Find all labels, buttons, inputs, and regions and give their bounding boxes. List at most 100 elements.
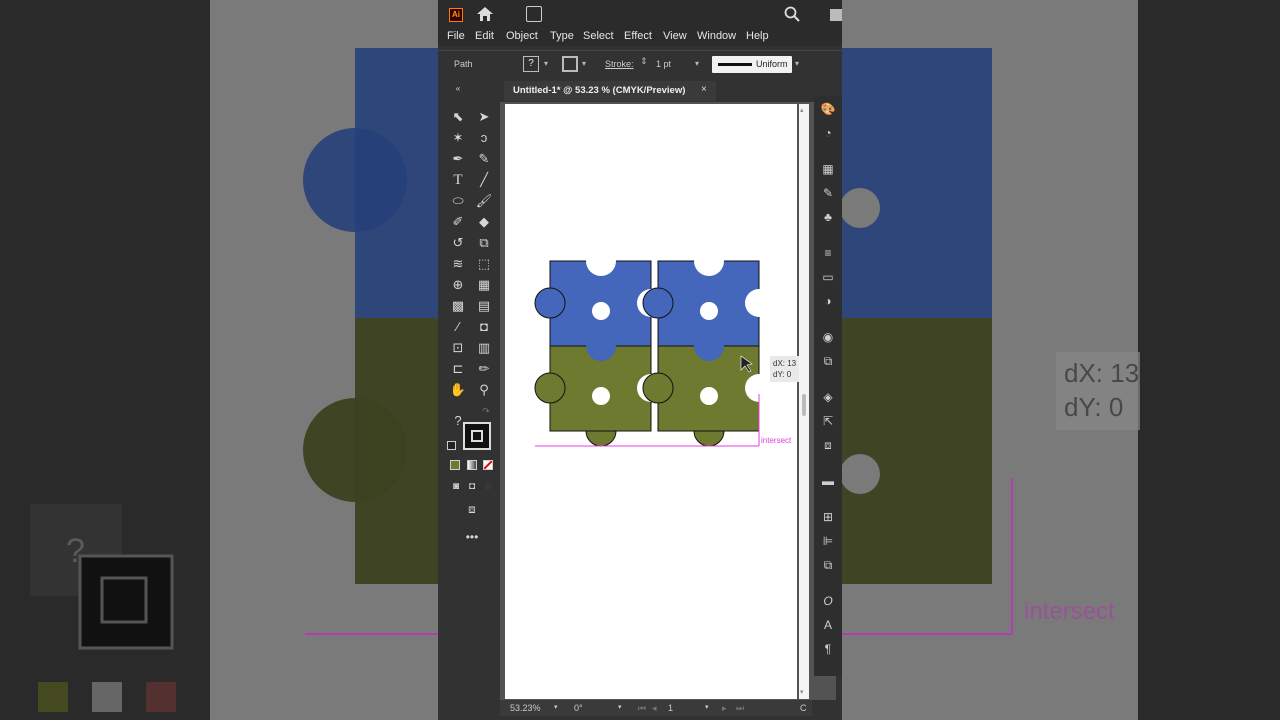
zoom-dropdown-icon[interactable]: ▾: [554, 703, 558, 711]
layers-panel-icon[interactable]: ◈: [820, 390, 836, 404]
menu-effect[interactable]: Effect: [624, 30, 652, 42]
color-mode-icon[interactable]: [450, 460, 460, 470]
selection-tool-icon[interactable]: ⬉: [448, 108, 468, 126]
scale-tool-icon[interactable]: ⧉: [474, 234, 494, 252]
edit-toolbar-icon[interactable]: •••: [462, 528, 482, 546]
rotate-view[interactable]: 0°: [574, 703, 583, 713]
shape-builder-tool-icon[interactable]: ⊕: [448, 276, 468, 294]
hand-tool-icon[interactable]: ✋: [448, 381, 468, 399]
fill-dropdown-icon[interactable]: ▾: [544, 59, 548, 68]
direct-selection-tool-icon[interactable]: ➤: [474, 108, 494, 126]
scrollbar-thumb[interactable]: [802, 394, 806, 416]
artboard-dropdown-icon[interactable]: ▾: [705, 703, 709, 711]
paintbrush-tool-icon[interactable]: 🖌: [474, 192, 494, 210]
blend-tool-icon[interactable]: ◘: [474, 318, 494, 336]
arrange-documents-icon[interactable]: [526, 6, 542, 22]
menu-select[interactable]: Select: [583, 30, 614, 42]
character-panel-icon[interactable]: O: [820, 594, 836, 608]
stroke-box[interactable]: [463, 422, 491, 450]
magic-wand-tool-icon[interactable]: ✶: [448, 129, 468, 147]
menu-window[interactable]: Window: [697, 30, 736, 42]
symbol-sprayer-tool-icon[interactable]: ⊡: [448, 339, 468, 357]
artboard[interactable]: [505, 104, 797, 699]
slice-tool-icon[interactable]: ✏: [474, 360, 494, 378]
export-panel-icon[interactable]: ⇱: [820, 414, 836, 428]
puzzle-piece-right[interactable]: [642, 246, 773, 447]
default-fill-stroke-icon[interactable]: [447, 441, 456, 450]
menu-edit[interactable]: Edit: [475, 30, 494, 42]
scroll-up-icon[interactable]: ▴: [800, 106, 804, 114]
appearance-panel-icon[interactable]: ◉: [820, 330, 836, 344]
gradient-mode-icon[interactable]: [467, 460, 477, 470]
line-tool-icon[interactable]: ╱: [474, 171, 494, 189]
pathfinder-panel-icon[interactable]: ⧉: [820, 558, 836, 572]
symbols-panel-icon[interactable]: ♣: [820, 210, 836, 224]
close-tab-icon[interactable]: ×: [701, 84, 707, 95]
artboard-tool-icon[interactable]: ⊏: [448, 360, 468, 378]
menu-type[interactable]: Type: [550, 30, 574, 42]
rotate-dropdown-icon[interactable]: ▾: [618, 703, 622, 711]
collapse-panel-icon[interactable]: «: [448, 80, 468, 98]
menu-file[interactable]: File: [447, 30, 465, 42]
free-transform-tool-icon[interactable]: ⬚: [474, 255, 494, 273]
puzzle-piece-left[interactable]: [534, 246, 665, 447]
gradient-panel-icon[interactable]: ▭: [820, 270, 836, 284]
brushes-panel-icon[interactable]: ✎: [820, 186, 836, 200]
change-screen-mode-icon[interactable]: ⧈: [462, 500, 482, 518]
align-panel-icon[interactable]: ⊫: [820, 534, 836, 548]
curvature-tool-icon[interactable]: ✎: [474, 150, 494, 168]
ellipse-tool-icon[interactable]: ⬭: [448, 192, 468, 210]
pen-tool-icon[interactable]: ✒: [448, 150, 468, 168]
first-artboard-icon[interactable]: ⏮: [638, 703, 646, 714]
eyedropper-tool-icon[interactable]: ⁄: [448, 318, 468, 336]
menu-help[interactable]: Help: [746, 30, 769, 42]
color-panel-icon[interactable]: 🎨: [820, 102, 836, 116]
home-icon[interactable]: [476, 6, 494, 22]
lasso-tool-icon[interactable]: ↄ: [474, 129, 494, 147]
mesh-tool-icon[interactable]: ▩: [448, 297, 468, 315]
stroke-swatch[interactable]: [562, 56, 578, 72]
graphic-styles-icon[interactable]: ⧉: [820, 354, 836, 368]
zoom-level[interactable]: 53.23%: [510, 703, 541, 713]
status-info[interactable]: C: [800, 703, 807, 713]
draw-inside-icon[interactable]: ◌: [478, 478, 498, 496]
stroke-label[interactable]: Stroke:: [605, 59, 634, 69]
variable-width-profile[interactable]: Uniform: [712, 56, 792, 73]
none-mode-icon[interactable]: [483, 460, 493, 470]
rotate-tool-icon[interactable]: ↺: [448, 234, 468, 252]
swap-fill-stroke-icon[interactable]: ↷: [476, 402, 496, 420]
menu-view[interactable]: View: [663, 30, 687, 42]
prev-artboard-icon[interactable]: ◂: [652, 703, 657, 714]
artboards-panel-icon[interactable]: ⧈: [820, 438, 836, 452]
opentype-panel-icon[interactable]: A: [820, 618, 836, 632]
paragraph-panel-icon[interactable]: ¶: [820, 642, 836, 656]
last-artboard-icon[interactable]: ⏭: [736, 703, 744, 714]
swatches-panel-icon[interactable]: ▦: [820, 162, 836, 176]
zoom-tool-icon[interactable]: ⚲: [474, 381, 494, 399]
comments-panel-icon[interactable]: ▬: [820, 474, 836, 488]
stroke-weight-field[interactable]: 1 pt: [656, 59, 671, 69]
stroke-weight-dropdown-icon[interactable]: ▾: [695, 59, 699, 68]
next-artboard-icon[interactable]: ▸: [722, 703, 727, 714]
menu-object[interactable]: Object: [506, 30, 538, 42]
stroke-panel-icon[interactable]: ≡: [820, 246, 836, 260]
gradient-tool-icon[interactable]: ▤: [474, 297, 494, 315]
stroke-stepper-icon[interactable]: ⇕: [640, 56, 648, 67]
transparency-panel-icon[interactable]: ◑: [820, 294, 836, 308]
scroll-down-icon[interactable]: ▾: [800, 688, 804, 696]
perspective-grid-tool-icon[interactable]: ▦: [474, 276, 494, 294]
stroke-dropdown-icon[interactable]: ▾: [582, 59, 586, 68]
type-tool-icon[interactable]: T: [448, 171, 468, 189]
column-graph-tool-icon[interactable]: ▥: [474, 339, 494, 357]
color-guide-icon[interactable]: ◔: [820, 126, 836, 140]
profile-dropdown-icon[interactable]: ▾: [795, 59, 799, 68]
vertical-scrollbar[interactable]: ▴ ▾: [799, 104, 809, 699]
artboard-number[interactable]: 1: [668, 703, 673, 713]
document-tab[interactable]: Untitled-1* @ 53.23 % (CMYK/Preview) ×: [504, 81, 716, 101]
eraser-tool-icon[interactable]: ◆: [474, 213, 494, 231]
workspace-icon[interactable]: [830, 9, 842, 21]
transform-panel-icon[interactable]: ⊞: [820, 510, 836, 524]
warp-tool-icon[interactable]: ≋: [448, 255, 468, 273]
fill-swatch[interactable]: ?: [523, 56, 539, 72]
search-icon[interactable]: [784, 6, 800, 22]
